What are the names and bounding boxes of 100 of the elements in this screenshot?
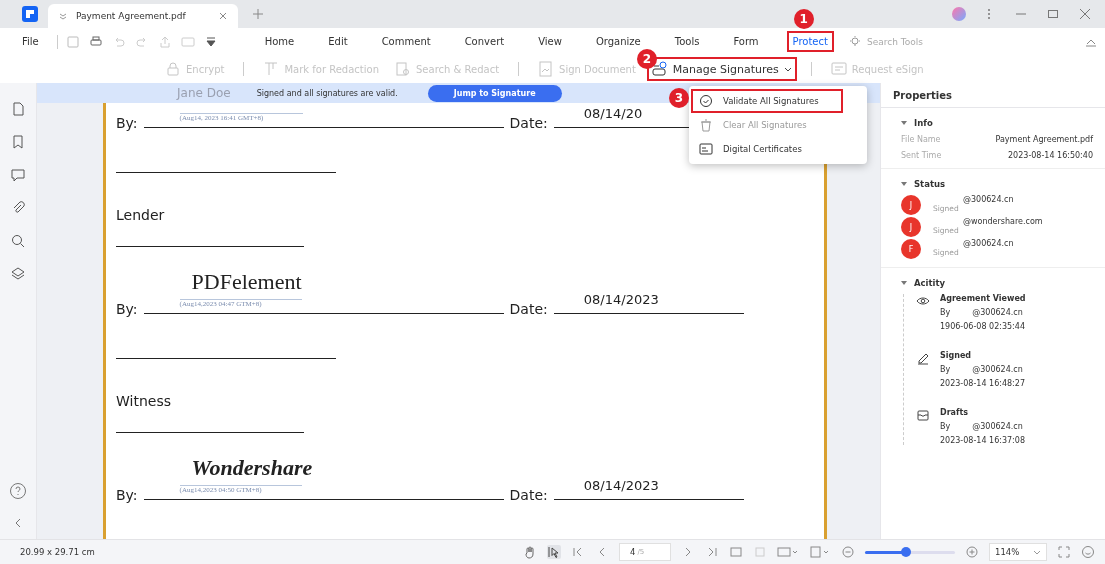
hand-icon[interactable] <box>523 545 537 559</box>
party-heading: Witness <box>116 393 171 409</box>
help-icon[interactable] <box>9 482 27 500</box>
signer-avatar: J <box>901 195 921 215</box>
activity-user: @300624.cn <box>972 365 1023 374</box>
field-label: Sent Time <box>901 151 942 160</box>
smiley-icon[interactable] <box>1081 545 1095 559</box>
activity-user: @300624.cn <box>972 422 1023 431</box>
check-circle-icon <box>699 94 713 108</box>
redaction-icon <box>263 61 280 77</box>
fit-screen-icon[interactable] <box>729 545 743 559</box>
document-tab[interactable]: Payment Agreement.pdf <box>48 4 238 28</box>
by-label: By <box>940 422 951 431</box>
activity-user: @300624.cn <box>972 308 1023 317</box>
menu-tab[interactable]: View <box>532 31 568 52</box>
collapse-triangle-icon[interactable] <box>901 280 907 286</box>
menu-tab[interactable]: Protect <box>786 31 834 52</box>
bookmark-icon[interactable] <box>10 134 26 150</box>
signer-avatar: F <box>901 239 921 259</box>
menu-tab[interactable]: Edit <box>322 31 354 52</box>
field-value: Payment Agreement.pdf <box>995 135 1093 144</box>
fullscreen-icon[interactable] <box>1057 545 1071 559</box>
activity-time: 2023-08-14 16:48:27 <box>940 379 1025 388</box>
display-mode-icon[interactable] <box>777 545 799 559</box>
section-heading: Status <box>914 179 946 189</box>
layers-icon[interactable] <box>10 266 26 282</box>
zoom-slider[interactable] <box>865 550 955 554</box>
signatures-icon <box>651 61 668 77</box>
signer-avatar: J <box>901 217 921 237</box>
activity-title: Agreement Viewed <box>940 294 1026 303</box>
collapse-triangle-icon[interactable] <box>901 181 907 187</box>
search-icon[interactable] <box>10 233 26 249</box>
menu-tab[interactable]: Comment <box>375 31 437 52</box>
collapse-triangle-icon[interactable] <box>901 120 907 126</box>
menu-tab[interactable]: Form <box>727 31 765 52</box>
date-label: Date: <box>509 115 548 131</box>
by-label: By: <box>116 115 138 131</box>
menu-tab[interactable]: Tools <box>668 31 706 52</box>
trash-icon <box>699 118 713 132</box>
signer-email: @300624.cn <box>962 195 1014 204</box>
zoom-out-icon[interactable] <box>841 545 855 559</box>
date-label: Date: <box>509 301 548 317</box>
menu-item[interactable]: Validate All Signatures <box>691 89 843 113</box>
date-value: 08/14/2023 <box>583 478 659 493</box>
section-heading: Acitity <box>914 278 946 288</box>
tray-icon <box>916 408 930 422</box>
menu-item[interactable]: Digital Certificates <box>691 137 843 161</box>
by-label: By: <box>116 301 138 317</box>
signer-email: @wondershare.com <box>962 217 1043 226</box>
by-label: By <box>940 365 951 374</box>
menu-tab[interactable]: Home <box>258 31 301 52</box>
select-cursor-icon[interactable] <box>547 545 561 559</box>
date-label: Date: <box>509 487 548 503</box>
date-value: 08/14/20 <box>583 106 643 121</box>
validation-message: Signed and all signatures are valid. <box>256 88 398 98</box>
dropdown-icon[interactable] <box>203 34 218 49</box>
menu-tab[interactable]: Convert <box>458 31 511 52</box>
maximize-icon[interactable] <box>1047 8 1059 20</box>
field-label: File Name <box>901 135 941 144</box>
add-tab-icon[interactable] <box>252 8 264 20</box>
app-logo-icon <box>22 6 38 22</box>
panel-title: Properties <box>881 83 1105 108</box>
activity-title: Signed <box>940 351 973 360</box>
handwritten-signature: PDFelement <box>191 269 302 295</box>
by-label: By: <box>116 487 138 503</box>
caret-icon <box>783 65 792 73</box>
document-search-icon <box>395 61 411 77</box>
page-size-label: 20.99 x 29.71 cm <box>20 547 95 557</box>
field-value: 2023-08-14 16:50:40 <box>1008 151 1093 160</box>
date-value: 08/14/2023 <box>583 292 659 307</box>
sign-document-icon <box>538 61 555 77</box>
page-icon[interactable] <box>10 101 26 117</box>
comment-icon[interactable] <box>10 167 26 183</box>
print-icon[interactable] <box>88 34 103 49</box>
jump-to-signature-button[interactable]: Jump to Signature <box>427 84 562 102</box>
chevron-icon <box>58 11 68 21</box>
close-icon[interactable] <box>1079 8 1091 20</box>
handwritten-signature: Wondershare <box>191 455 313 481</box>
avatar-icon[interactable] <box>951 6 967 22</box>
by-label: By <box>940 308 951 317</box>
eye-icon <box>916 294 930 308</box>
signer-email: @300624.cn <box>962 239 1014 248</box>
party-heading: Lender <box>116 207 165 223</box>
signer-name: Jane Doe <box>177 86 231 100</box>
pen-icon <box>916 351 930 365</box>
search-tools-field[interactable]: Search Tools <box>864 35 969 48</box>
certificate-icon <box>699 142 713 156</box>
activity-time: 2023-08-14 16:37:08 <box>940 436 1025 445</box>
lock-icon <box>165 61 181 77</box>
file-menu[interactable]: File <box>22 36 39 47</box>
section-heading: Info <box>914 118 933 128</box>
zoom-in-icon[interactable] <box>965 545 979 559</box>
esign-icon <box>830 61 847 77</box>
activity-time: 1906-06-08 02:35:44 <box>940 322 1026 331</box>
activity-title: Drafts <box>940 408 970 417</box>
close-icon[interactable] <box>218 11 228 21</box>
page-layout-icon[interactable] <box>809 545 831 559</box>
menu-tab[interactable]: Organize <box>589 31 647 52</box>
zoom-dropdown[interactable]: 114% <box>989 543 1047 561</box>
caret-icon <box>1033 548 1041 556</box>
